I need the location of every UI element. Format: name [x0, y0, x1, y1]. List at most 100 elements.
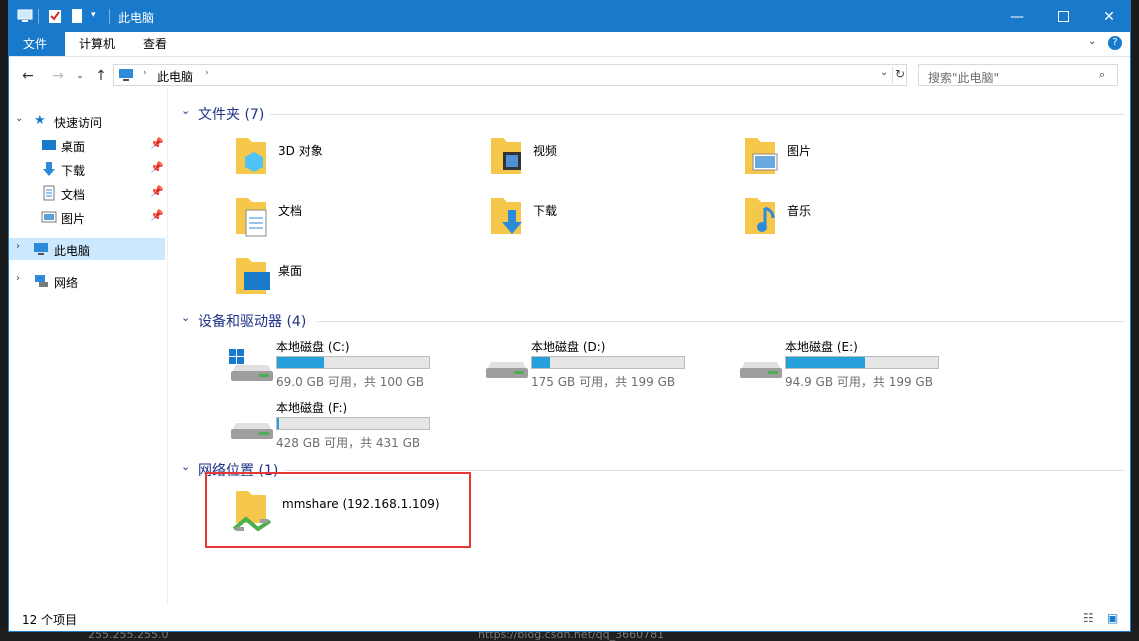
- group-collapse-chevron-icon[interactable]: ⌄: [181, 311, 190, 324]
- status-bar: 12 个项目 ☷ ▣: [9, 604, 1130, 631]
- customize-qa-chevron-icon[interactable]: ▾: [91, 10, 107, 26]
- drive-name: 本地磁盘 (D:): [531, 340, 606, 354]
- sidebar-item-label: 此电脑: [54, 244, 91, 258]
- title-bar[interactable]: ▾ 此电脑 — ✕: [9, 1, 1130, 32]
- breadcrumb-this-pc[interactable]: 此电脑: [157, 68, 193, 85]
- sidebar-item-quick-access[interactable]: ⌄ ★ 快速访问: [9, 110, 165, 132]
- tab-computer[interactable]: 计算机: [65, 32, 129, 56]
- up-arrow-icon: ↑: [95, 68, 107, 84]
- drive-tile-c[interactable]: 本地磁盘 (C:) 69.0 GB 可用，共 100 GB: [225, 338, 435, 389]
- search-placeholder: 搜索"此电脑": [928, 71, 1000, 85]
- document-icon: [43, 185, 55, 201]
- group-title: 设备和驱动器 (4): [198, 314, 307, 330]
- 3d-objects-folder-icon: [236, 138, 266, 174]
- ribbon: 文件 计算机 查看 ⌄ ?: [9, 32, 1130, 57]
- refresh-icon[interactable]: ↻: [895, 67, 905, 81]
- pictures-folder-icon: [745, 138, 778, 174]
- drive-size-text: 69.0 GB 可用，共 100 GB: [276, 375, 424, 389]
- properties-icon[interactable]: [47, 8, 63, 24]
- sidebar-item-network[interactable]: › 网络: [9, 270, 165, 292]
- forward-button[interactable]: →: [49, 67, 67, 85]
- breadcrumb-separator-icon[interactable]: ›: [205, 68, 209, 78]
- qa-separator-2: [109, 9, 110, 24]
- back-button[interactable]: ←: [19, 67, 37, 85]
- maximize-button[interactable]: [1040, 1, 1086, 32]
- group-divider: [270, 114, 1125, 115]
- window-title: 此电脑: [118, 11, 155, 25]
- pin-icon[interactable]: 📌: [150, 209, 164, 222]
- search-input[interactable]: 搜索"此电脑" ⌕: [918, 64, 1118, 86]
- videos-folder-icon: [491, 138, 521, 174]
- sidebar-item-desktop[interactable]: 桌面 📌: [9, 134, 165, 156]
- folder-name: 3D 对象: [278, 144, 323, 158]
- details-view-icon[interactable]: ☷: [1083, 611, 1094, 625]
- minimize-icon: —: [1010, 8, 1024, 25]
- sidebar-item-this-pc[interactable]: › 此电脑: [9, 238, 165, 260]
- sidebar-item-label: 网络: [54, 276, 79, 290]
- drive-usage-bar: [276, 417, 430, 430]
- network-icon: [35, 275, 48, 287]
- pin-icon[interactable]: 📌: [150, 137, 164, 150]
- drive-tile-e[interactable]: 本地磁盘 (E:) 94.9 GB 可用，共 199 GB: [734, 338, 944, 389]
- drive-tile-d[interactable]: 本地磁盘 (D:) 175 GB 可用，共 199 GB: [480, 338, 690, 389]
- group-divider: [285, 470, 1125, 471]
- collapsed-chevron-icon[interactable]: ›: [16, 241, 20, 252]
- address-bar[interactable]: › 此电脑 › ⌄ ↻: [113, 64, 907, 86]
- qa-separator: [38, 9, 39, 24]
- expanded-chevron-icon[interactable]: ⌄: [15, 113, 23, 124]
- hard-drive-icon: [740, 362, 782, 378]
- close-button[interactable]: ✕: [1086, 1, 1132, 32]
- tab-view[interactable]: 查看: [129, 32, 181, 56]
- background-terminal-right: [1131, 0, 1139, 641]
- windows-drive-icon: [229, 349, 273, 381]
- this-pc-icon: [34, 243, 48, 255]
- help-icon[interactable]: ?: [1108, 36, 1122, 50]
- sidebar-item-label: 图片: [61, 212, 86, 226]
- music-folder-icon: [745, 198, 775, 234]
- group-collapse-chevron-icon[interactable]: ⌄: [181, 104, 190, 117]
- group-header-drives[interactable]: ⌄ 设备和驱动器 (4): [175, 310, 1125, 330]
- background-terminal-left: [0, 0, 8, 641]
- folder-name: 音乐: [787, 204, 812, 218]
- picture-icon: [41, 211, 57, 223]
- sidebar-item-downloads[interactable]: 下载 📌: [9, 158, 165, 180]
- pin-icon[interactable]: 📌: [150, 161, 164, 174]
- back-arrow-icon: ←: [22, 68, 34, 84]
- folder-name: 文档: [278, 204, 303, 218]
- sidebar-item-label: 下载: [61, 164, 86, 178]
- sidebar-item-pictures[interactable]: 图片 📌: [9, 206, 165, 228]
- tab-file[interactable]: 文件: [9, 32, 65, 56]
- pin-icon[interactable]: 📌: [150, 185, 164, 198]
- new-folder-icon[interactable]: [69, 8, 85, 24]
- drive-size-text: 428 GB 可用，共 431 GB: [276, 436, 421, 450]
- sidebar-item-documents[interactable]: 文档 📌: [9, 182, 165, 204]
- hard-drive-icon: [486, 362, 528, 378]
- chevron-down-icon: ⌄: [76, 71, 84, 81]
- address-divider: [892, 66, 893, 84]
- drive-tile-f[interactable]: 本地磁盘 (F:) 428 GB 可用，共 431 GB: [225, 399, 435, 450]
- large-icons-view-icon[interactable]: ▣: [1107, 611, 1118, 625]
- drive-size-text: 175 GB 可用，共 199 GB: [531, 375, 676, 389]
- minimize-button[interactable]: —: [994, 1, 1040, 32]
- search-icon[interactable]: ⌕: [1099, 68, 1105, 82]
- up-button[interactable]: ↑: [92, 67, 110, 85]
- download-icon: [43, 162, 55, 176]
- sidebar-item-label: 文档: [61, 188, 86, 202]
- recent-locations-button[interactable]: ⌄: [71, 67, 89, 85]
- collapsed-chevron-icon[interactable]: ›: [16, 273, 20, 284]
- explorer-window: ▾ 此电脑 — ✕ 文件 计算机 查看 ⌄ ? ← → ⌄ ↑ › 此电脑 › …: [8, 0, 1131, 632]
- sidebar-item-label: 桌面: [61, 140, 86, 154]
- drive-usage-fill: [786, 357, 866, 368]
- drive-usage-bar: [785, 356, 939, 369]
- address-dropdown-icon[interactable]: ⌄: [880, 67, 888, 78]
- expand-ribbon-chevron-icon[interactable]: ⌄: [1088, 36, 1096, 47]
- forward-arrow-icon: →: [52, 68, 64, 84]
- drive-name: 本地磁盘 (C:): [276, 340, 350, 354]
- hard-drive-icon: [231, 423, 273, 439]
- folder-name: 桌面: [278, 264, 303, 278]
- group-header-folders[interactable]: ⌄ 文件夹 (7): [175, 103, 1125, 123]
- sidebar-item-label: 快速访问: [54, 116, 103, 130]
- star-icon: ★: [34, 113, 46, 128]
- item-count: 12 个项目: [22, 613, 78, 627]
- group-collapse-chevron-icon[interactable]: ⌄: [181, 460, 190, 473]
